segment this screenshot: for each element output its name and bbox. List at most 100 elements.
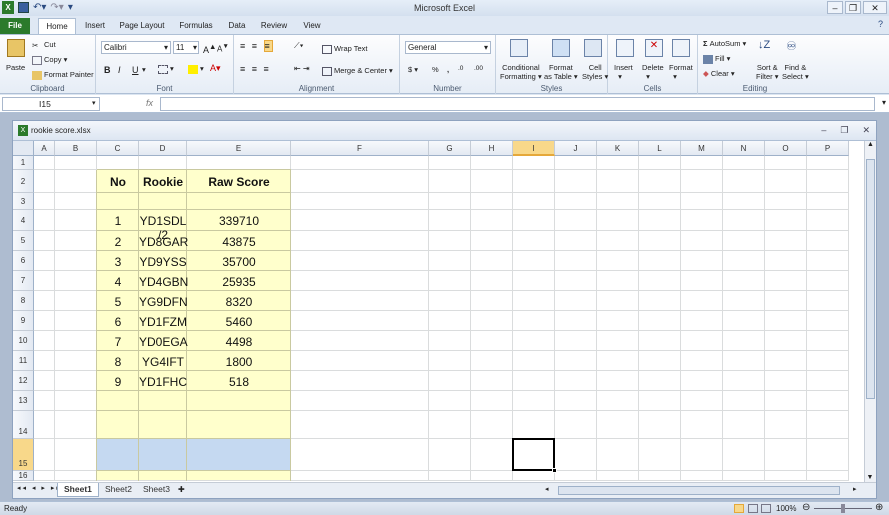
fill-color-button[interactable]: ▾ <box>188 64 204 74</box>
fill-handle[interactable] <box>552 468 557 473</box>
decrease-decimal-button[interactable]: .00 <box>474 65 483 72</box>
tab-file[interactable]: File <box>0 18 30 34</box>
column-header-p[interactable]: P <box>807 141 849 156</box>
workbook-restore-icon[interactable]: ❐ <box>840 125 848 136</box>
sheet-nav-icons[interactable]: ◂◂ ◂ ▸ ▸▸ <box>17 484 62 492</box>
cell-rookie[interactable]: YD4GBN <box>139 275 188 289</box>
underline-dropdown-icon[interactable]: ▾ <box>142 65 146 74</box>
cell-no[interactable]: 6 <box>97 315 139 329</box>
column-header-n[interactable]: N <box>723 141 765 156</box>
delete-cells-button[interactable]: Delete ▾ <box>642 63 664 81</box>
header-rookie[interactable]: Rookie <box>139 175 187 189</box>
zoom-slider-thumb[interactable] <box>841 504 845 513</box>
copy-button[interactable]: Copy ▾ <box>32 55 67 65</box>
paste-button[interactable]: Paste <box>6 63 25 72</box>
cell-raw-score[interactable]: 339710 <box>187 214 291 228</box>
row-header-13[interactable]: 13 <box>13 391 34 411</box>
vertical-scrollbar[interactable]: ▲ ▼ <box>864 141 876 483</box>
shrink-font-button[interactable]: A▼ <box>217 43 229 54</box>
spreadsheet-grid[interactable]: A B C D E F G H I J K L M N O P 1 2 3 4 5 6 7 8 9 10 11 12 13 14 15 16 N… <box>13 141 864 483</box>
scroll-down-icon[interactable]: ▼ <box>865 474 875 481</box>
column-header-k[interactable]: K <box>597 141 639 156</box>
scroll-up-icon[interactable]: ▲ <box>865 141 876 148</box>
cell-rookie[interactable]: YD1FHC <box>139 375 187 389</box>
row-header-10[interactable]: 10 <box>13 331 34 351</box>
column-header-o[interactable]: O <box>765 141 807 156</box>
row-header-8[interactable]: 8 <box>13 291 34 311</box>
selected-cell-i15[interactable] <box>512 438 557 473</box>
name-box-dropdown-icon[interactable]: ▾ <box>92 99 96 107</box>
bottom-align-icon[interactable]: ≡ <box>263 40 273 52</box>
expand-formula-icon[interactable]: ▾ <box>882 98 886 107</box>
formula-input[interactable] <box>160 97 875 111</box>
workbook-minimize-icon[interactable]: – <box>821 125 826 136</box>
insert-cells-button[interactable]: Insert ▾ <box>614 63 633 81</box>
increase-decimal-button[interactable]: .0 <box>458 65 463 72</box>
cell-no[interactable]: 8 <box>97 355 139 369</box>
tab-insert[interactable]: Insert <box>78 18 112 34</box>
row-header-6[interactable]: 6 <box>13 251 34 271</box>
format-painter-button[interactable]: Format Painter <box>32 70 94 80</box>
row-header-14[interactable]: 14 <box>13 411 34 439</box>
sheet-tab-1[interactable]: Sheet1 <box>57 483 99 497</box>
cell-no[interactable]: 2 <box>97 235 139 249</box>
cell-raw-score[interactable]: 5460 <box>187 315 291 329</box>
zoom-out-icon[interactable]: ⊖ <box>802 502 810 513</box>
borders-button[interactable]: ▾ <box>158 64 174 74</box>
restore-icon[interactable]: ❐ <box>845 1 861 14</box>
cell-raw-score[interactable]: 1800 <box>187 355 291 369</box>
find-select-button[interactable]: Find & Select ▾ <box>782 63 809 81</box>
view-normal-icon[interactable] <box>734 504 744 513</box>
column-header-b[interactable]: B <box>55 141 97 156</box>
row-header-9[interactable]: 9 <box>13 311 34 331</box>
view-page-break-icon[interactable] <box>761 504 771 513</box>
column-header-e[interactable]: E <box>187 141 291 156</box>
grow-font-button[interactable]: A▲ <box>203 42 216 55</box>
font-name-select[interactable]: Calibri ▾ <box>101 41 171 54</box>
header-no[interactable]: No <box>97 175 139 189</box>
fill-button[interactable]: Fill ▾ <box>703 54 730 64</box>
select-all-corner[interactable] <box>13 141 34 156</box>
row-header-16[interactable]: 16 <box>13 471 34 481</box>
column-header-c[interactable]: C <box>97 141 139 156</box>
vertical-align-icons[interactable]: ≡ ≡ ≡ <box>240 40 273 52</box>
format-as-table-button[interactable]: Format as Table ▾ <box>544 63 578 81</box>
cell-rookie[interactable]: YD8GAR <box>139 235 188 249</box>
header-raw-score[interactable]: Raw Score <box>187 175 291 189</box>
sheet-tab-3[interactable]: Sheet3 <box>137 483 176 497</box>
font-color-button[interactable]: A▾ <box>210 63 221 74</box>
row-header-2[interactable]: 2 <box>13 170 34 193</box>
horizontal-align-icons[interactable]: ≡ ≡ ≡ <box>240 64 271 74</box>
number-format-select[interactable]: General ▾ <box>405 41 491 54</box>
row-header-12[interactable]: 12 <box>13 371 34 391</box>
column-header-f[interactable]: F <box>291 141 429 156</box>
italic-button[interactable]: I <box>118 65 121 75</box>
percent-button[interactable]: % <box>432 65 439 74</box>
view-page-layout-icon[interactable] <box>748 504 758 513</box>
insert-sheet-icon[interactable]: ✚ <box>178 485 185 494</box>
column-header-d[interactable]: D <box>139 141 187 156</box>
format-cells-button[interactable]: Format ▾ <box>669 63 693 81</box>
horizontal-scroll-thumb[interactable] <box>558 486 840 495</box>
column-header-m[interactable]: M <box>681 141 723 156</box>
cut-button[interactable]: ✂ Cut <box>32 40 56 50</box>
tab-page-layout[interactable]: Page Layout <box>114 18 170 34</box>
currency-button[interactable]: $ ▾ <box>408 65 418 74</box>
cell-no[interactable]: 1 <box>97 214 139 228</box>
cell-no[interactable]: 7 <box>97 335 139 349</box>
cell-rookie[interactable]: YD1FZM <box>139 315 187 329</box>
cell-no[interactable]: 4 <box>97 275 139 289</box>
cell-raw-score[interactable]: 8320 <box>187 295 291 309</box>
column-header-i[interactable]: I <box>513 141 555 156</box>
cell-no[interactable]: 9 <box>97 375 139 389</box>
name-box[interactable]: I15 <box>2 97 100 111</box>
row-header-15[interactable]: 15 <box>13 439 34 471</box>
autosum-button[interactable]: Σ AutoSum ▾ <box>703 39 746 48</box>
column-header-h[interactable]: H <box>471 141 513 156</box>
column-header-g[interactable]: G <box>429 141 471 156</box>
orientation-button[interactable]: ⟋▾ <box>294 41 304 51</box>
merge-center-button[interactable]: Merge & Center ▾ <box>322 66 393 76</box>
cell-raw-score[interactable]: 43875 <box>187 235 291 249</box>
column-header-l[interactable]: L <box>639 141 681 156</box>
underline-button[interactable]: U <box>132 65 139 75</box>
